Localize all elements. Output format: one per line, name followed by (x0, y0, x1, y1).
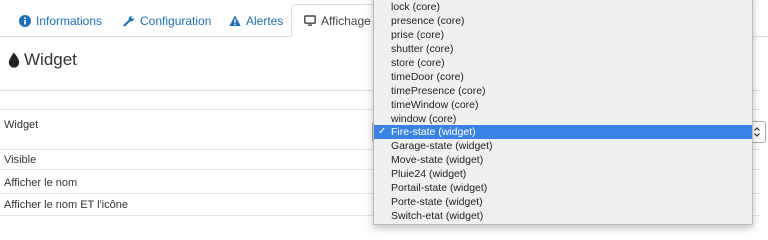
tab-label: Affichage (321, 13, 371, 28)
dropdown-option[interactable]: timeWindow (core) (374, 98, 752, 112)
dropdown-option[interactable]: prise (core) (374, 28, 752, 42)
dropdown-option[interactable]: presence (core) (374, 14, 752, 28)
dropdown-option[interactable]: Portail-state (widget) (374, 181, 752, 195)
monitor-icon (304, 14, 316, 27)
checkmark-icon: ✓ (378, 126, 387, 137)
select-arrows-icon (753, 125, 761, 139)
dropdown-option[interactable]: timePresence (core) (374, 84, 752, 98)
dropdown-option-selected[interactable]: ✓ Fire-state (widget) (374, 125, 752, 139)
dropdown-option[interactable]: lock (core) (374, 0, 752, 14)
dropdown-option[interactable]: store (core) (374, 56, 752, 70)
tab-affichage[interactable]: Affichage (291, 4, 381, 37)
tab-label: Informations (36, 13, 103, 28)
tint-drop-icon (8, 52, 20, 68)
dropdown-option[interactable]: shutter (core) (374, 42, 752, 56)
row-label: Widget (4, 119, 39, 131)
warning-icon (229, 15, 241, 27)
dropdown-option[interactable]: Switch-etat (widget) (374, 209, 752, 223)
section-title: Widget (8, 48, 77, 72)
tab-alertes[interactable]: Alertes (229, 5, 283, 36)
dropdown-option[interactable]: timeDoor (core) (374, 70, 752, 84)
dropdown-option[interactable]: window (core) (374, 112, 752, 126)
tab-configuration[interactable]: Configuration (123, 5, 211, 36)
row-label: Afficher le nom ET l'icône (4, 199, 128, 211)
dropdown-option-label: Fire-state (widget) (391, 126, 476, 138)
dropdown-option[interactable]: Porte-state (widget) (374, 195, 752, 209)
tab-informations[interactable]: Informations (19, 5, 102, 36)
section-title-text: Widget (24, 50, 77, 69)
dropdown-option[interactable]: Garage-state (widget) (374, 139, 752, 153)
info-circle-icon (19, 14, 31, 27)
dropdown-option[interactable]: Move-state (widget) (374, 153, 752, 167)
row-label: Afficher le nom (4, 177, 78, 189)
tab-label: Alertes (246, 13, 284, 28)
widget-dropdown-list: lock (core) presence (core) prise (core)… (373, 0, 753, 225)
dropdown-option[interactable]: Pluie24 (widget) (374, 167, 752, 181)
row-label: Visible (4, 154, 37, 166)
wrench-icon (123, 15, 135, 27)
tab-label: Configuration (140, 13, 212, 28)
